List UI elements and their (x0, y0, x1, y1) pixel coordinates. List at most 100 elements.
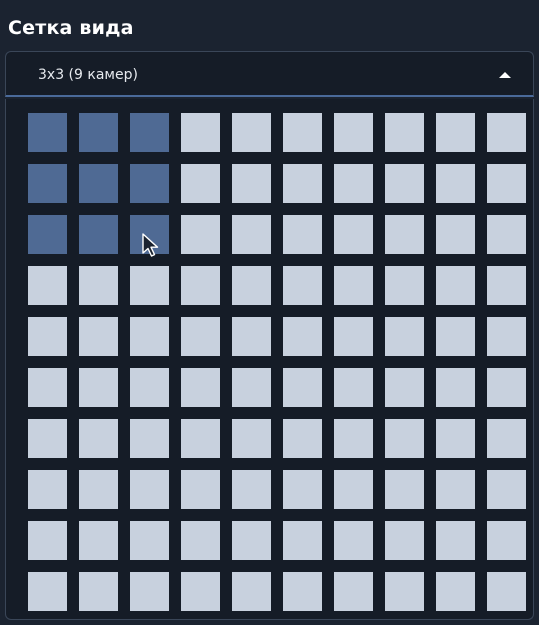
grid-cell-r9-c1[interactable] (28, 521, 67, 560)
grid-cell-r3-c9[interactable] (436, 215, 475, 254)
grid-cell-r2-c3[interactable] (130, 164, 169, 203)
grid-cell-r3-c1[interactable] (28, 215, 67, 254)
grid-cell-r8-c7[interactable] (334, 470, 373, 509)
grid-cell-r7-c10[interactable] (487, 419, 526, 458)
grid-cell-r7-c6[interactable] (283, 419, 322, 458)
grid-cell-r6-c6[interactable] (283, 368, 322, 407)
grid-cell-r9-c3[interactable] (130, 521, 169, 560)
grid-cell-r1-c10[interactable] (487, 113, 526, 152)
grid-cell-r2-c5[interactable] (232, 164, 271, 203)
grid-cell-r4-c9[interactable] (436, 266, 475, 305)
grid-cell-r10-c9[interactable] (436, 572, 475, 611)
grid-cell-r1-c6[interactable] (283, 113, 322, 152)
grid-cell-r9-c4[interactable] (181, 521, 220, 560)
grid-cell-r7-c7[interactable] (334, 419, 373, 458)
grid-cell-r1-c1[interactable] (28, 113, 67, 152)
grid-cell-r3-c6[interactable] (283, 215, 322, 254)
grid-cell-r8-c1[interactable] (28, 470, 67, 509)
grid-cell-r6-c1[interactable] (28, 368, 67, 407)
grid-cell-r8-c5[interactable] (232, 470, 271, 509)
grid-cell-r7-c9[interactable] (436, 419, 475, 458)
grid-layout-dropdown[interactable]: 3x3 (9 камер) (5, 51, 534, 97)
grid-cell-r7-c5[interactable] (232, 419, 271, 458)
grid-cell-r5-c6[interactable] (283, 317, 322, 356)
grid-cell-r2-c4[interactable] (181, 164, 220, 203)
grid-cell-r6-c4[interactable] (181, 368, 220, 407)
grid-cell-r4-c5[interactable] (232, 266, 271, 305)
grid-cell-r9-c6[interactable] (283, 521, 322, 560)
grid-cell-r3-c5[interactable] (232, 215, 271, 254)
grid-cell-r5-c3[interactable] (130, 317, 169, 356)
grid-cell-r10-c10[interactable] (487, 572, 526, 611)
grid-cell-r10-c7[interactable] (334, 572, 373, 611)
grid-cell-r6-c8[interactable] (385, 368, 424, 407)
grid-cell-r8-c10[interactable] (487, 470, 526, 509)
grid-cell-r4-c8[interactable] (385, 266, 424, 305)
grid-cell-r4-c7[interactable] (334, 266, 373, 305)
grid-cell-r2-c7[interactable] (334, 164, 373, 203)
grid-cell-r10-c8[interactable] (385, 572, 424, 611)
grid-cell-r6-c2[interactable] (79, 368, 118, 407)
grid-cell-r3-c7[interactable] (334, 215, 373, 254)
grid-cell-r5-c7[interactable] (334, 317, 373, 356)
grid-cell-r1-c2[interactable] (79, 113, 118, 152)
grid-cell-r8-c6[interactable] (283, 470, 322, 509)
grid-cell-r3-c2[interactable] (79, 215, 118, 254)
grid-cell-r2-c9[interactable] (436, 164, 475, 203)
grid-cell-r10-c6[interactable] (283, 572, 322, 611)
grid-cell-r9-c10[interactable] (487, 521, 526, 560)
grid-cell-r1-c7[interactable] (334, 113, 373, 152)
grid-cell-r1-c9[interactable] (436, 113, 475, 152)
grid-cell-r3-c4[interactable] (181, 215, 220, 254)
grid-cell-r2-c8[interactable] (385, 164, 424, 203)
grid-cell-r5-c4[interactable] (181, 317, 220, 356)
grid-cell-r7-c3[interactable] (130, 419, 169, 458)
grid-cell-r10-c5[interactable] (232, 572, 271, 611)
grid-cell-r5-c10[interactable] (487, 317, 526, 356)
grid-cell-r4-c4[interactable] (181, 266, 220, 305)
grid-cell-r5-c9[interactable] (436, 317, 475, 356)
grid-cell-r1-c5[interactable] (232, 113, 271, 152)
grid-cell-r2-c6[interactable] (283, 164, 322, 203)
grid-cell-r8-c3[interactable] (130, 470, 169, 509)
grid-cell-r5-c5[interactable] (232, 317, 271, 356)
grid-cell-r9-c5[interactable] (232, 521, 271, 560)
grid-cell-r9-c8[interactable] (385, 521, 424, 560)
grid-cell-r6-c3[interactable] (130, 368, 169, 407)
grid-cell-r10-c1[interactable] (28, 572, 67, 611)
grid-cell-r9-c9[interactable] (436, 521, 475, 560)
grid-cell-r6-c10[interactable] (487, 368, 526, 407)
grid-cell-r10-c2[interactable] (79, 572, 118, 611)
grid-cell-r5-c1[interactable] (28, 317, 67, 356)
grid-cell-r5-c2[interactable] (79, 317, 118, 356)
grid-cell-r3-c3[interactable] (130, 215, 169, 254)
grid-cell-r5-c8[interactable] (385, 317, 424, 356)
grid-cell-r1-c8[interactable] (385, 113, 424, 152)
grid-cell-r3-c8[interactable] (385, 215, 424, 254)
grid-cell-r7-c4[interactable] (181, 419, 220, 458)
grid-cell-r8-c8[interactable] (385, 470, 424, 509)
grid-cell-r2-c1[interactable] (28, 164, 67, 203)
grid-cell-r9-c7[interactable] (334, 521, 373, 560)
grid-cell-r8-c2[interactable] (79, 470, 118, 509)
grid-cell-r2-c10[interactable] (487, 164, 526, 203)
grid-cell-r1-c3[interactable] (130, 113, 169, 152)
grid-cell-r7-c8[interactable] (385, 419, 424, 458)
grid-cell-r4-c1[interactable] (28, 266, 67, 305)
grid-cell-r9-c2[interactable] (79, 521, 118, 560)
grid-cell-r8-c9[interactable] (436, 470, 475, 509)
grid-cell-r7-c2[interactable] (79, 419, 118, 458)
grid-cell-r4-c2[interactable] (79, 266, 118, 305)
grid-cell-r8-c4[interactable] (181, 470, 220, 509)
grid-cell-r2-c2[interactable] (79, 164, 118, 203)
grid-cell-r6-c7[interactable] (334, 368, 373, 407)
grid-cell-r6-c9[interactable] (436, 368, 475, 407)
grid-cell-r10-c4[interactable] (181, 572, 220, 611)
grid-cell-r10-c3[interactable] (130, 572, 169, 611)
grid-cell-r1-c4[interactable] (181, 113, 220, 152)
grid-cell-r4-c6[interactable] (283, 266, 322, 305)
grid-cell-r3-c10[interactable] (487, 215, 526, 254)
grid-cell-r4-c10[interactable] (487, 266, 526, 305)
grid-cell-r4-c3[interactable] (130, 266, 169, 305)
grid-cell-r7-c1[interactable] (28, 419, 67, 458)
